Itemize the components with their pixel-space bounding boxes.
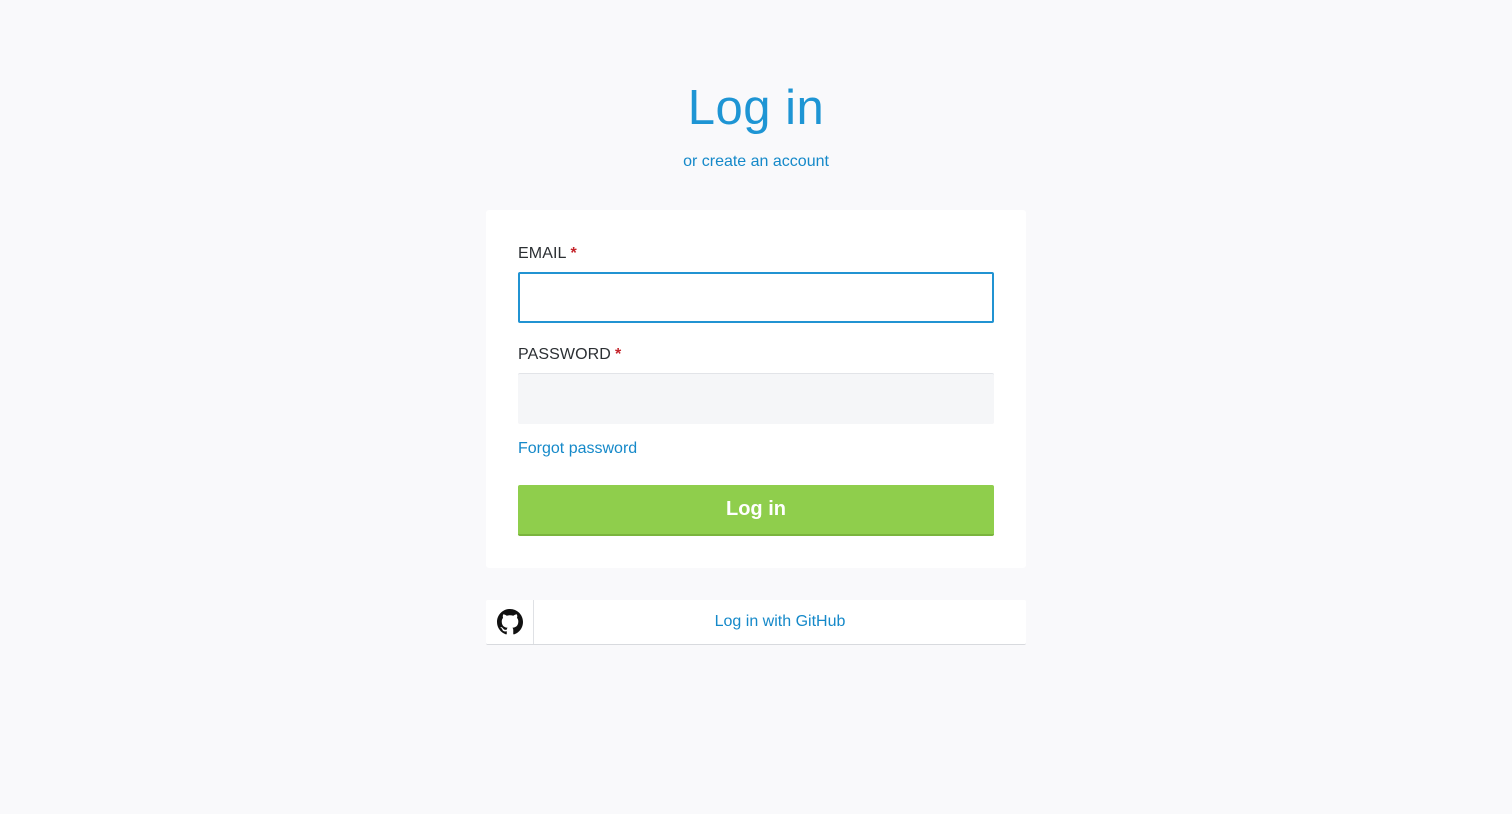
- github-login-label: Log in with GitHub: [714, 613, 846, 630]
- password-input[interactable]: [518, 373, 994, 424]
- create-account-link[interactable]: or create an account: [0, 153, 1512, 171]
- page-title: Log in: [687, 81, 825, 135]
- email-label: EMAIL *: [518, 245, 577, 263]
- password-label-text: PASSWORD: [518, 346, 611, 363]
- password-label: PASSWORD *: [518, 346, 621, 364]
- github-icon: [496, 609, 523, 635]
- login-button[interactable]: Log in: [518, 485, 994, 536]
- login-page: Log in or create an account EMAIL * PASSW…: [0, 0, 1512, 814]
- github-login-button[interactable]: Log in with GitHub: [486, 600, 1026, 645]
- email-required-mark: *: [570, 245, 577, 262]
- email-label-text: EMAIL: [518, 245, 567, 262]
- password-required-mark: *: [614, 346, 622, 363]
- email-input[interactable]: [518, 272, 994, 323]
- github-icon-container: [486, 600, 534, 644]
- forgot-password-link[interactable]: Forgot password: [518, 440, 637, 458]
- login-card: EMAIL * PASSWORD * Forgot password Log in: [486, 210, 1026, 568]
